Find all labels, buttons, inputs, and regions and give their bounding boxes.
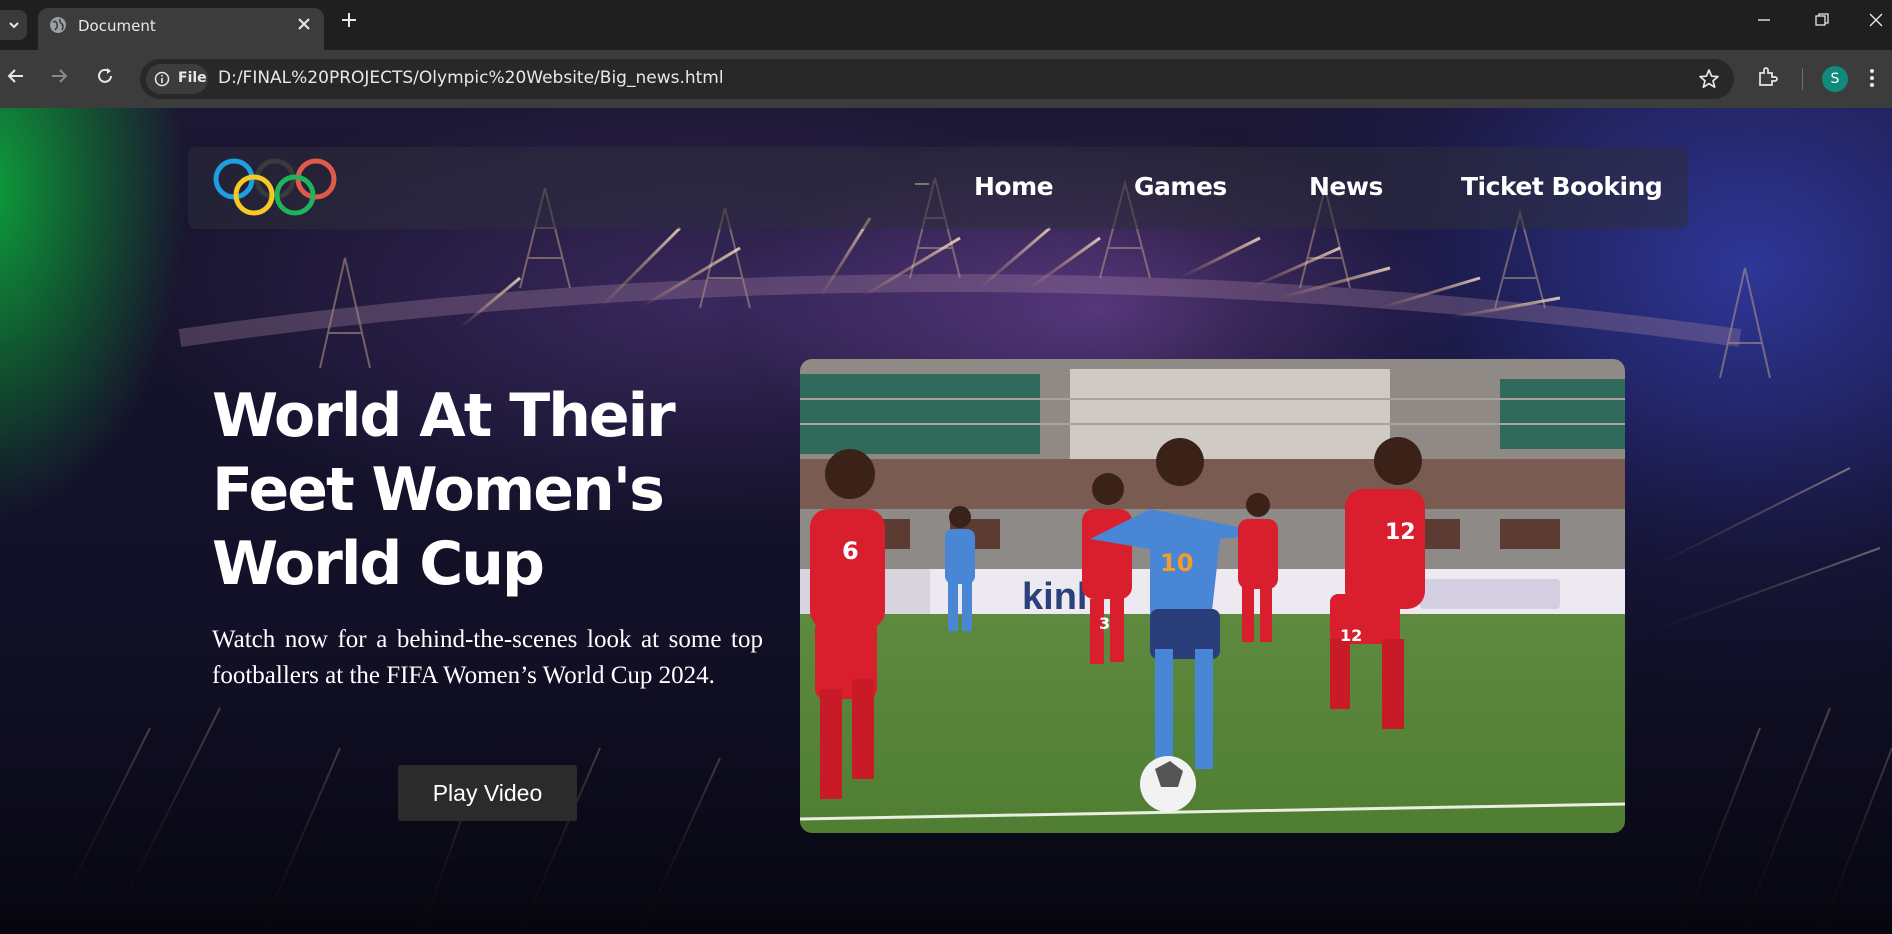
- restore-icon[interactable]: [1814, 12, 1830, 28]
- browser-tab[interactable]: Document: [38, 8, 324, 50]
- globe-icon: [50, 17, 66, 33]
- match-illustration: kinl 6 3 10 12 12: [800, 359, 1625, 833]
- tab-search-button[interactable]: [0, 10, 27, 40]
- jersey-number: 10: [1160, 549, 1193, 577]
- url-text[interactable]: D:/FINAL%20PROJECTS/Olympic%20Website/Bi…: [218, 68, 724, 88]
- jersey-number: 12: [1385, 520, 1416, 545]
- browser-toolbar: File D:/FINAL%20PROJECTS/Olympic%20Websi…: [0, 50, 1892, 108]
- profile-avatar[interactable]: S: [1822, 66, 1848, 92]
- extensions-icon[interactable]: [1756, 65, 1780, 89]
- chip-label: File: [178, 70, 207, 86]
- hero-headline: World At Their Feet Women's World Cup: [212, 379, 772, 601]
- more-menu-icon[interactable]: [1868, 66, 1876, 90]
- site-info-chip[interactable]: File: [146, 64, 208, 94]
- nav-link-home[interactable]: Home: [974, 172, 1054, 201]
- toolbar-divider: [1802, 68, 1803, 90]
- football: [1140, 756, 1196, 812]
- nav-link-news[interactable]: News: [1309, 172, 1383, 201]
- site-navbar: Home Games News Ticket Booking: [188, 147, 1688, 229]
- reload-icon[interactable]: [95, 66, 115, 86]
- jersey-number: 12: [1340, 626, 1362, 645]
- play-video-button[interactable]: Play Video: [398, 765, 577, 821]
- new-tab-icon[interactable]: [340, 11, 358, 29]
- bookmark-star-icon[interactable]: [1698, 68, 1720, 90]
- window-close-icon[interactable]: [1868, 12, 1884, 28]
- ad-board-text: kinl: [1022, 576, 1087, 618]
- info-icon: [154, 71, 170, 87]
- nav-decoration: [915, 183, 929, 185]
- forward-icon[interactable]: [49, 66, 69, 86]
- headline-line: World At Their: [212, 381, 676, 451]
- headline-line: Feet Women's: [212, 455, 665, 525]
- chevron-down-icon: [8, 22, 19, 29]
- jersey-number: 3: [1099, 614, 1110, 633]
- nav-link-ticket-booking[interactable]: Ticket Booking: [1461, 172, 1663, 201]
- headline-line: World Cup: [212, 529, 545, 599]
- back-icon[interactable]: [6, 66, 26, 86]
- football-match-photo: kinl 6 3 10 12 12: [800, 359, 1625, 833]
- jersey-number: 6: [842, 537, 859, 565]
- page-background: Home Games News Ticket Booking World At …: [0, 108, 1892, 934]
- browser-tab-bar: Document: [0, 0, 1892, 50]
- tab-title: Document: [78, 17, 156, 35]
- hero-description: Watch now for a behind-the-scenes look a…: [212, 626, 763, 689]
- address-bar[interactable]: File D:/FINAL%20PROJECTS/Olympic%20Websi…: [140, 59, 1734, 99]
- nav-link-games[interactable]: Games: [1134, 172, 1227, 201]
- minimize-icon[interactable]: [1756, 12, 1772, 28]
- close-icon[interactable]: [296, 16, 312, 32]
- olympic-rings-logo[interactable]: [210, 155, 340, 217]
